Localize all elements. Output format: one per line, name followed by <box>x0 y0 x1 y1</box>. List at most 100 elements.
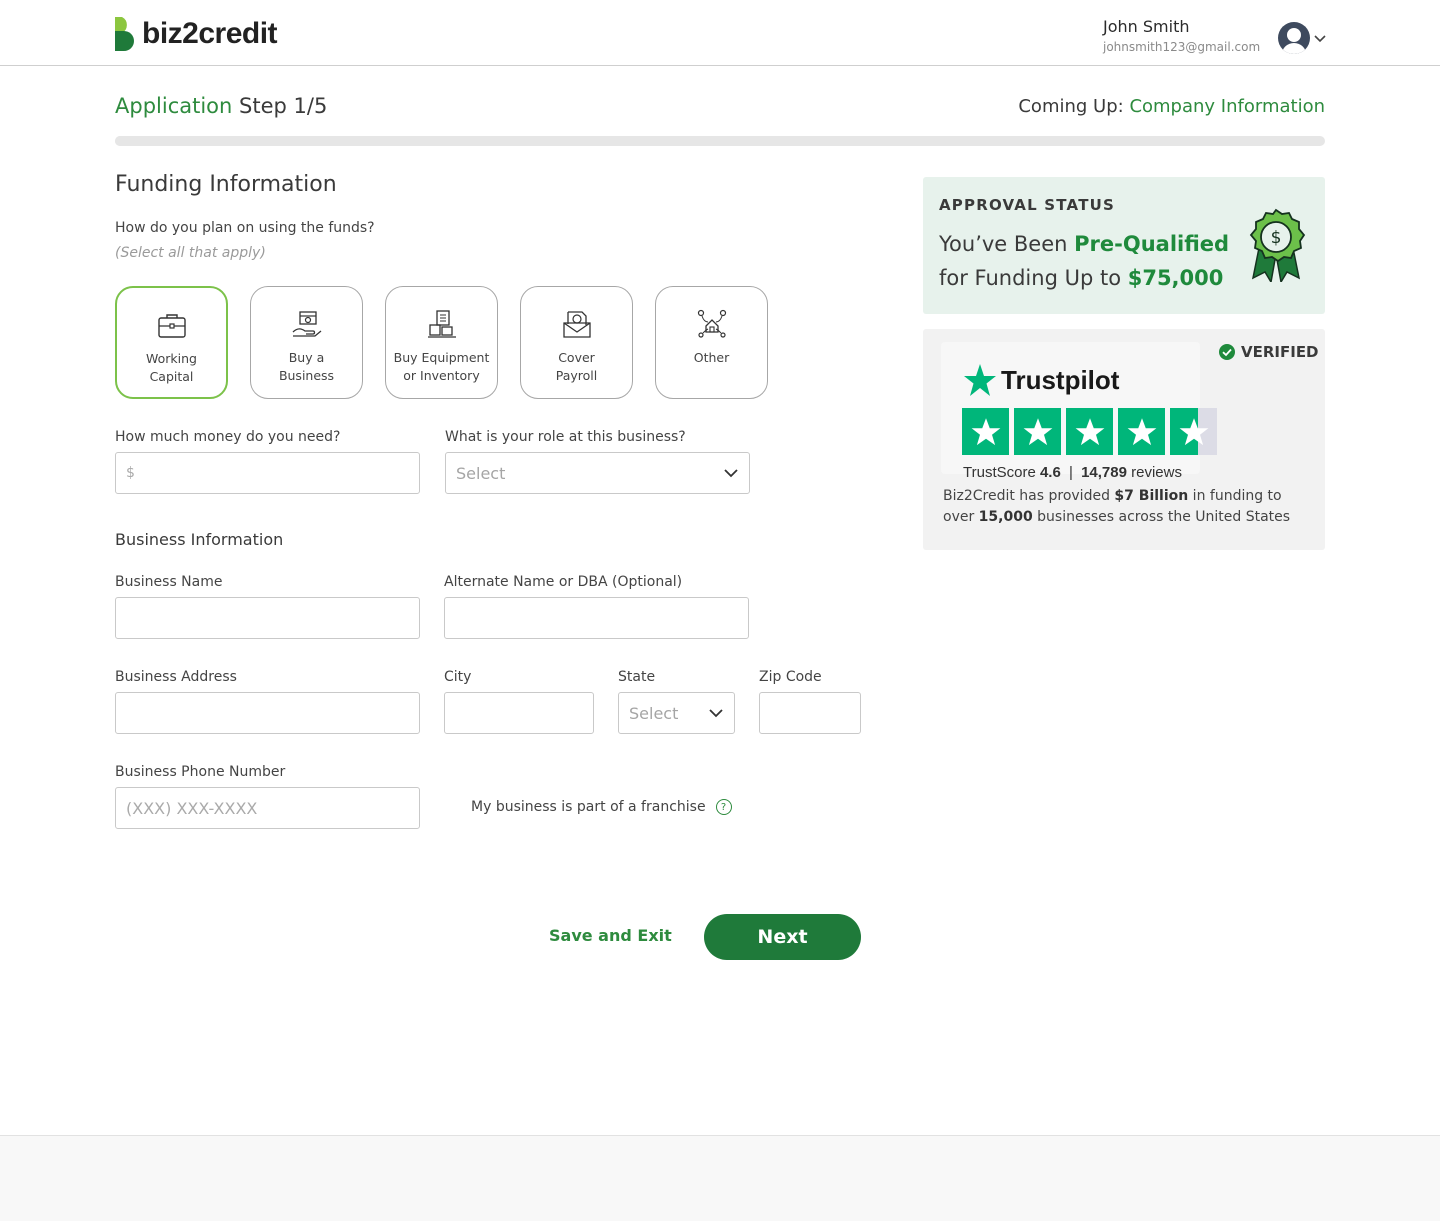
coming-up-label: Coming Up: <box>1018 96 1124 117</box>
user-name: John Smith <box>1103 17 1190 36</box>
fund-option-label: Cover Payroll <box>555 350 598 383</box>
reviews-label: reviews <box>1131 464 1182 481</box>
coming-up: Coming Up: Company Information <box>1018 96 1325 117</box>
progress-fill <box>115 136 357 146</box>
other-icon <box>695 307 729 341</box>
star-icon <box>1075 417 1104 445</box>
approval-line-2-text: for Funding Up to <box>939 266 1128 290</box>
approval-line-1: You’ve Been Pre-Qualified <box>939 232 1229 256</box>
star-icon <box>1127 417 1156 445</box>
dba-label: Alternate Name or DBA (Optional) <box>444 574 683 590</box>
stats-text-1: Biz2Credit has provided <box>943 488 1115 504</box>
stats-amount: $7 Billion <box>1114 488 1189 504</box>
logo-mark-icon <box>115 17 134 51</box>
fund-option-label: Buy a Business <box>278 350 335 383</box>
franchise-option[interactable]: My business is part of a franchise ? <box>471 799 732 815</box>
zip-input[interactable] <box>759 692 861 734</box>
funds-use-hint: (Select all that apply) <box>115 245 266 261</box>
star-icon <box>1179 417 1208 445</box>
step-prefix: Application <box>115 94 233 118</box>
user-silhouette-icon <box>1282 28 1306 54</box>
amount-input[interactable]: $ <box>115 452 420 494</box>
help-icon[interactable]: ? <box>715 799 732 815</box>
fund-option-buy-equipment[interactable]: Buy Equipment or Inventory <box>385 286 498 399</box>
coming-up-value: Company Information <box>1129 96 1325 117</box>
address-label: Business Address <box>115 669 237 685</box>
trustpilot-stars <box>962 408 1222 455</box>
zip-label: Zip Code <box>759 669 822 685</box>
pre-qualified-text: Pre-Qualified <box>1074 232 1230 256</box>
address-input[interactable] <box>115 692 420 734</box>
funding-section-title: Funding Information <box>115 172 337 197</box>
approval-amount: $75,000 <box>1127 266 1224 290</box>
save-and-exit-button[interactable]: Save and Exit <box>549 926 672 945</box>
approval-line-2: for Funding Up to $75,000 <box>939 266 1223 290</box>
payroll-icon <box>560 307 594 341</box>
stats-business-count: 15,000 <box>978 509 1033 525</box>
star-icon <box>1023 417 1052 445</box>
trustpilot-card: Trustpilot TrustScore 4.6 | 14,789 revie… <box>923 329 1325 550</box>
check-circle-icon <box>1219 344 1235 360</box>
trustpilot-rating-star <box>1118 408 1165 455</box>
svg-text:$: $ <box>1271 228 1282 248</box>
franchise-label: My business is part of a franchise <box>471 799 706 815</box>
biz2credit-logo[interactable]: biz2credit <box>115 16 278 52</box>
trustpilot-logo: Trustpilot <box>963 363 1119 397</box>
step-title: Application Step 1/5 <box>115 94 327 118</box>
state-select[interactable]: Select <box>618 692 735 734</box>
funding-stats-text: Biz2Credit has provided $7 Billion in fu… <box>943 486 1313 528</box>
chevron-down-icon <box>724 469 738 478</box>
trustpilot-logo-text: Trustpilot <box>1001 364 1120 395</box>
step-count: Step 1/5 <box>239 94 328 118</box>
user-email: johnsmith123@gmail.com <box>1103 40 1261 54</box>
approval-line-1-text: You’ve Been <box>939 232 1075 256</box>
logo-text: biz2credit <box>142 17 278 50</box>
fund-option-cover-payroll[interactable]: Cover Payroll <box>520 286 633 399</box>
fund-option-working-capital[interactable]: Working Capital <box>115 286 228 399</box>
trustpilot-star-icon <box>964 364 996 396</box>
star-icon <box>971 417 1000 445</box>
funds-use-question: How do you plan on using the funds? <box>115 220 375 236</box>
role-label: What is your role at this business? <box>445 429 686 445</box>
trustpilot-widget[interactable]: Trustpilot TrustScore 4.6 | 14,789 revie… <box>941 342 1217 481</box>
phone-label: Business Phone Number <box>115 764 286 780</box>
trustpilot-rating-star <box>1014 408 1061 455</box>
next-button[interactable]: Next <box>704 914 861 960</box>
progress-bar <box>115 136 1325 146</box>
fund-option-label: Other <box>693 350 730 365</box>
chevron-down-icon <box>709 709 723 718</box>
verified-badge: VERIFIED <box>1219 343 1319 361</box>
business-name-label: Business Name <box>115 574 223 590</box>
trustscore-separator: | <box>1069 464 1073 481</box>
fund-option-buy-business[interactable]: Buy a Business <box>250 286 363 399</box>
equipment-icon <box>425 307 459 341</box>
state-label: State <box>618 669 656 685</box>
trustscore-label: TrustScore <box>963 464 1036 481</box>
role-select[interactable]: Select <box>445 452 750 494</box>
city-input[interactable] <box>444 692 594 734</box>
trustscore: TrustScore 4.6 | 14,789 reviews <box>963 464 1182 481</box>
dba-input[interactable] <box>444 597 749 639</box>
state-select-value: Select <box>629 703 679 723</box>
avatar[interactable] <box>1278 22 1310 54</box>
briefcase-icon <box>155 308 189 342</box>
approval-status-card: APPROVAL STATUS You’ve Been Pre-Qualifie… <box>923 177 1325 314</box>
top-header: biz2credit John Smith johnsmith123@gmail… <box>0 0 1440 66</box>
role-select-value: Select <box>456 463 506 483</box>
footer <box>0 1135 1440 1221</box>
verified-text: VERIFIED <box>1241 343 1319 361</box>
business-name-input[interactable] <box>115 597 420 639</box>
phone-input[interactable]: (XXX) XXX-XXXX <box>115 787 420 829</box>
review-count: 14,789 <box>1081 464 1127 481</box>
fund-option-other[interactable]: Other <box>655 286 768 399</box>
trustscore-value: 4.6 <box>1039 464 1061 481</box>
business-section-title: Business Information <box>115 530 284 549</box>
city-label: City <box>444 669 472 685</box>
award-badge-icon: $ <box>1249 208 1306 282</box>
amount-label: How much money do you need? <box>115 429 341 445</box>
chevron-down-icon[interactable] <box>1313 31 1327 45</box>
fund-option-label: Working Capital <box>146 351 197 384</box>
trustpilot-rating-star <box>1066 408 1113 455</box>
trustpilot-rating-star <box>962 408 1009 455</box>
fund-option-label: Buy Equipment or Inventory <box>393 350 490 383</box>
